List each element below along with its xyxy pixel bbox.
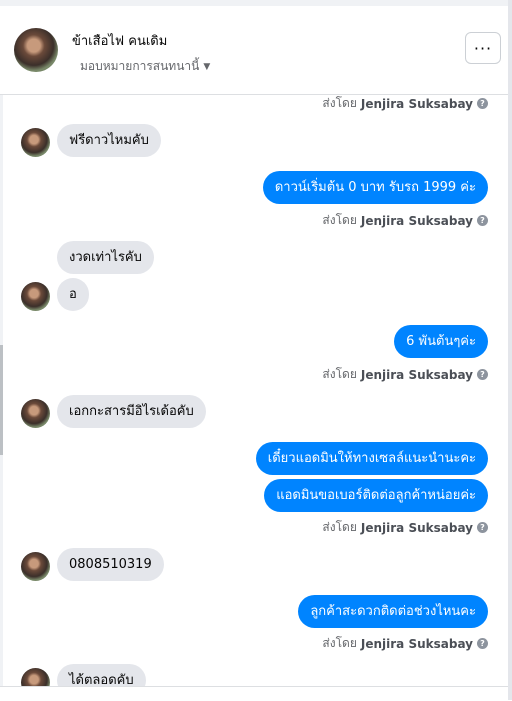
outgoing-message[interactable]: ลูกค้าสะดวกติดต่อช่วงไหนคะ [298,595,488,628]
scrollbar-track[interactable] [0,95,3,695]
assign-conversation-label: มอบหมายการสนทนานี้ [80,59,200,73]
conversation-header: ข้าเสือไฟ คนเดิม มอบหมายการสนทนานี้ ▼ ··… [0,6,508,95]
sent-by-name[interactable]: Jenjira Suksabay [361,214,473,228]
sender-avatar[interactable] [21,282,50,311]
assign-conversation-dropdown[interactable]: มอบหมายการสนทนานี้ ▼ [80,57,210,76]
sent-by-name[interactable]: Jenjira Suksabay [361,368,473,382]
incoming-message[interactable]: ฟรีดาวไหมคับ [57,124,161,157]
sent-by-row: ส่งโดย Jenjira Suksabay ? [322,365,488,384]
outgoing-message[interactable]: เดี๋ยวแอดมินให้ทางเซลล์แนะนำนะคะ [255,442,488,475]
sender-avatar[interactable] [21,399,50,428]
contact-avatar[interactable] [14,28,58,72]
sent-by-row: ส่งโดย Jenjira Suksabay ? [322,634,488,653]
sent-by-prefix: ส่งโดย [322,367,357,381]
info-icon[interactable]: ? [477,369,488,380]
sent-by-name[interactable]: Jenjira Suksabay [361,97,473,111]
sent-by-row: ส่งโดย Jenjira Suksabay ? [322,94,488,113]
more-options-button[interactable]: ··· [465,32,501,64]
outgoing-message[interactable]: ดาวน์เริ่มต้น 0 บาท รับรถ 1999 ค่ะ [262,171,488,204]
outgoing-message[interactable]: 6 พันต้นๆค่ะ [394,325,488,358]
message-composer[interactable] [0,686,508,701]
window-right-edge [508,0,512,700]
sent-by-prefix: ส่งโดย [322,213,357,227]
incoming-message[interactable]: อ [57,278,89,311]
sent-by-row: ส่งโดย Jenjira Suksabay ? [322,518,488,537]
contact-name[interactable]: ข้าเสือไฟ คนเดิม [72,30,167,51]
info-icon[interactable]: ? [477,638,488,649]
sent-by-name[interactable]: Jenjira Suksabay [361,521,473,535]
sent-by-prefix: ส่งโดย [322,96,357,110]
info-icon[interactable]: ? [477,522,488,533]
caret-down-icon: ▼ [203,61,211,72]
incoming-message[interactable]: งวดเท่าไรคับ [57,241,154,274]
sender-avatar[interactable] [21,552,50,581]
incoming-message[interactable]: เอกกะสารมีอิไรเด้อคับ [57,395,206,428]
outgoing-message[interactable]: แอดมินขอเบอร์ติดต่อลูกค้าหน่อยค่ะ [264,479,488,512]
incoming-message[interactable]: 0808510319 [57,548,164,581]
sent-by-prefix: ส่งโดย [322,636,357,650]
sent-by-name[interactable]: Jenjira Suksabay [361,637,473,651]
scrollbar-thumb[interactable] [0,345,3,455]
info-icon[interactable]: ? [477,98,488,109]
sender-avatar[interactable] [21,128,50,157]
sent-by-prefix: ส่งโดย [322,520,357,534]
info-icon[interactable]: ? [477,215,488,226]
sent-by-row: ส่งโดย Jenjira Suksabay ? [322,211,488,230]
